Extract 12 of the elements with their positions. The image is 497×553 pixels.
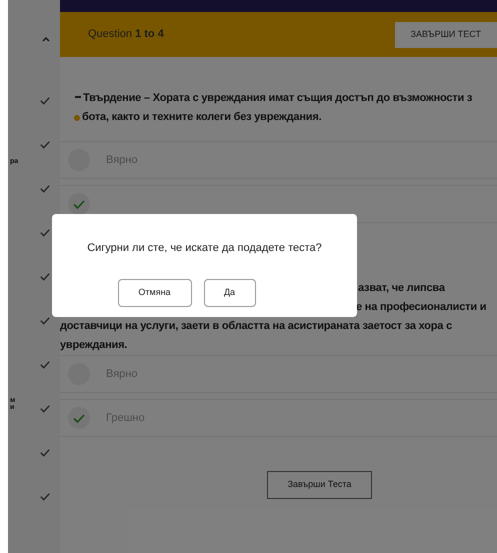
dialog-message: Сигурни ли сте, че искате да подадете теста? (87, 241, 322, 256)
progress-label: Question 1 to 4 (88, 27, 164, 42)
question-text: Твърдение – Хората с увреждания имат същия достъп до възможности з (83, 91, 472, 106)
question-text: доставчици на услуги, заети в областта на асистираната заетост за хора с (60, 319, 452, 334)
cancel-button[interactable]: Отмяна (118, 278, 192, 306)
finish-test-button[interactable]: Завърши Теста (267, 471, 372, 499)
question-text: бота, както и техните колеги без увреждания. (82, 110, 322, 126)
confirm-button[interactable]: Да (204, 278, 256, 306)
chevron-up-icon[interactable] (42, 36, 50, 42)
question-text: увреждания. (60, 338, 128, 354)
question-text: азват, че липсва (358, 281, 445, 296)
finish-test-button[interactable]: ЗАВЪРШИ ТЕСТ (394, 22, 497, 48)
